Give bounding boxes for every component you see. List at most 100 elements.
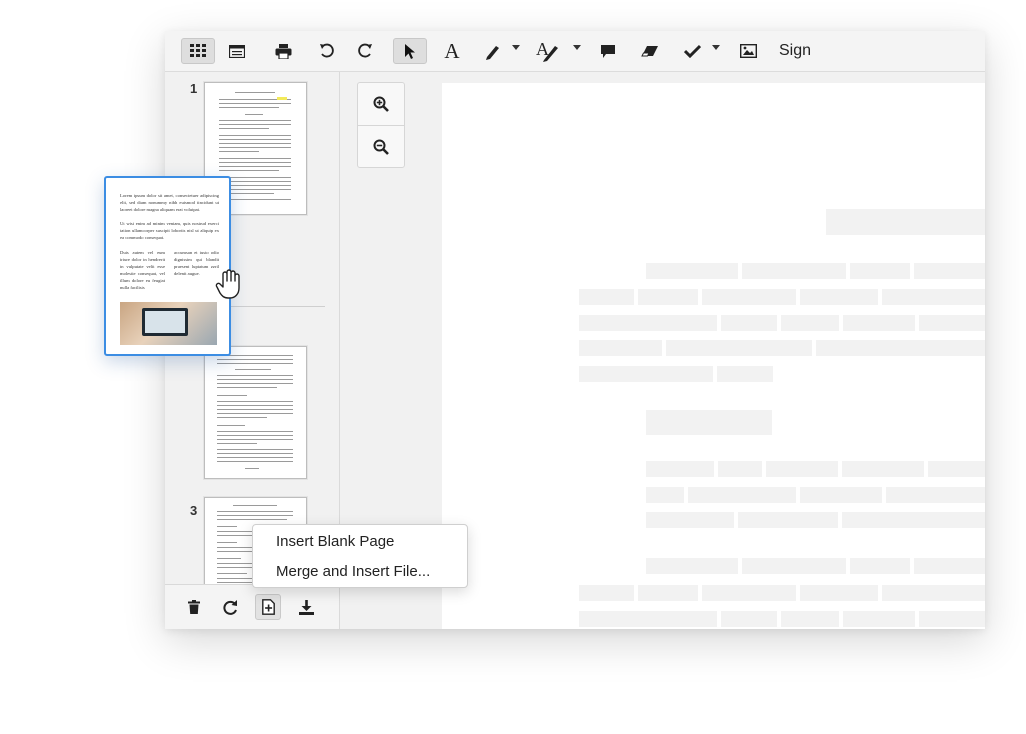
print-button[interactable] <box>269 38 297 64</box>
text-placeholder <box>638 289 698 305</box>
text-placeholder <box>842 512 985 528</box>
text-placeholder <box>919 611 985 627</box>
insert-page-menu: Insert Blank Page Merge and Insert File.… <box>252 524 468 588</box>
page-number-1: 1 <box>190 81 198 96</box>
text-placeholder <box>646 512 734 528</box>
text-placeholder <box>579 585 634 601</box>
text-placeholder <box>826 209 985 235</box>
text-placeholder <box>646 558 738 574</box>
text-placeholder <box>919 315 985 331</box>
text-placeholder <box>882 289 985 305</box>
delete-page-button[interactable] <box>181 594 207 620</box>
text-placeholder <box>702 585 796 601</box>
select-arrow-icon <box>405 43 415 59</box>
pen-tool-button[interactable] <box>479 38 505 64</box>
preview-paragraph-1: Lorem ipsum dolor sit amet, consectetuer… <box>120 193 219 212</box>
zoom-out-icon <box>373 139 389 155</box>
signature-dropdown-caret[interactable] <box>573 45 581 50</box>
text-placeholder <box>742 558 846 574</box>
text-placeholder <box>914 558 985 574</box>
drop-indicator <box>225 306 325 307</box>
undo-button[interactable] <box>313 38 341 64</box>
text-placeholder <box>886 487 985 503</box>
text-tool-button[interactable]: A <box>439 38 465 64</box>
rotate-page-button[interactable] <box>217 594 243 620</box>
text-placeholder <box>579 611 717 627</box>
signature-tool-button[interactable]: A <box>533 38 563 64</box>
pen-icon <box>485 45 499 60</box>
preview-column-left: Duis autem vel eum iriure dolor in hendr… <box>120 250 165 290</box>
merge-insert-file-menu-item[interactable]: Merge and Insert File... <box>276 563 430 580</box>
zoom-in-icon <box>373 96 389 112</box>
text-placeholder <box>800 289 878 305</box>
pen-dropdown-caret[interactable] <box>512 45 520 50</box>
text-placeholder <box>781 315 839 331</box>
zoom-out-button[interactable] <box>358 126 404 167</box>
comment-icon <box>601 44 615 58</box>
zoom-in-button[interactable] <box>358 83 404 124</box>
preview-paragraph-2: Ut wisi enim ad minim veniam, quis nostr… <box>120 221 219 240</box>
page-thumbnail-2[interactable] <box>204 346 307 479</box>
sign-tool-label[interactable]: Sign <box>779 42 811 60</box>
signature-pen-icon: A <box>536 40 558 62</box>
checkmark-tool-button[interactable] <box>679 38 705 64</box>
text-placeholder <box>666 340 812 356</box>
checkmark-dropdown-caret[interactable] <box>712 45 720 50</box>
text-placeholder <box>766 461 838 477</box>
preview-column-right: accumsan et iusto odio dignissim qui bla… <box>174 250 219 276</box>
page-number-3: 3 <box>190 503 198 518</box>
outline-view-button[interactable] <box>223 38 251 64</box>
text-placeholder <box>842 461 924 477</box>
text-placeholder <box>816 340 985 356</box>
text-placeholder <box>800 487 882 503</box>
text-placeholder <box>702 289 796 305</box>
document-page <box>442 83 985 629</box>
image-icon <box>739 44 757 58</box>
comment-tool-button[interactable] <box>595 38 621 64</box>
image-tool-button[interactable] <box>735 38 761 64</box>
text-placeholder <box>579 340 662 356</box>
text-placeholder <box>579 289 634 305</box>
undo-icon <box>320 43 334 58</box>
text-placeholder <box>718 461 762 477</box>
text-placeholder <box>721 315 777 331</box>
text-placeholder <box>850 263 910 279</box>
text-placeholder <box>800 585 878 601</box>
redo-icon <box>358 43 372 58</box>
insert-blank-page-menu-item[interactable]: Insert Blank Page <box>276 533 394 550</box>
text-placeholder <box>738 512 838 528</box>
print-icon <box>275 43 291 59</box>
add-page-icon <box>261 599 275 615</box>
download-icon <box>298 599 314 615</box>
text-placeholder <box>843 611 915 627</box>
text-placeholder <box>914 263 985 279</box>
zoom-controls <box>357 82 405 168</box>
rotate-icon <box>222 599 237 615</box>
text-placeholder <box>928 461 985 477</box>
eraser-tool-button[interactable] <box>637 38 663 64</box>
text-placeholder <box>688 487 796 503</box>
redo-button[interactable] <box>351 38 379 64</box>
toolbar: A A Sign <box>165 31 985 72</box>
text-placeholder <box>717 366 773 382</box>
insert-page-button[interactable] <box>255 594 281 620</box>
download-page-button[interactable] <box>293 594 319 620</box>
page-actions-bar <box>165 584 339 629</box>
text-placeholder <box>646 410 772 435</box>
text-placeholder <box>579 366 713 382</box>
text-placeholder <box>646 487 684 503</box>
grid-icon <box>190 44 206 57</box>
text-placeholder <box>721 611 777 627</box>
select-tool-button[interactable] <box>393 38 427 64</box>
text-placeholder <box>579 315 717 331</box>
text-icon: A <box>444 38 460 63</box>
text-placeholder <box>646 263 738 279</box>
text-placeholder <box>882 585 985 601</box>
text-placeholder <box>742 263 846 279</box>
thumbnails-view-button[interactable] <box>181 38 215 64</box>
checkmark-icon <box>683 44 701 58</box>
dragged-page-preview[interactable]: Lorem ipsum dolor sit amet, consectetuer… <box>104 176 231 356</box>
trash-icon <box>188 600 200 614</box>
text-placeholder <box>843 315 915 331</box>
text-placeholder <box>638 585 698 601</box>
